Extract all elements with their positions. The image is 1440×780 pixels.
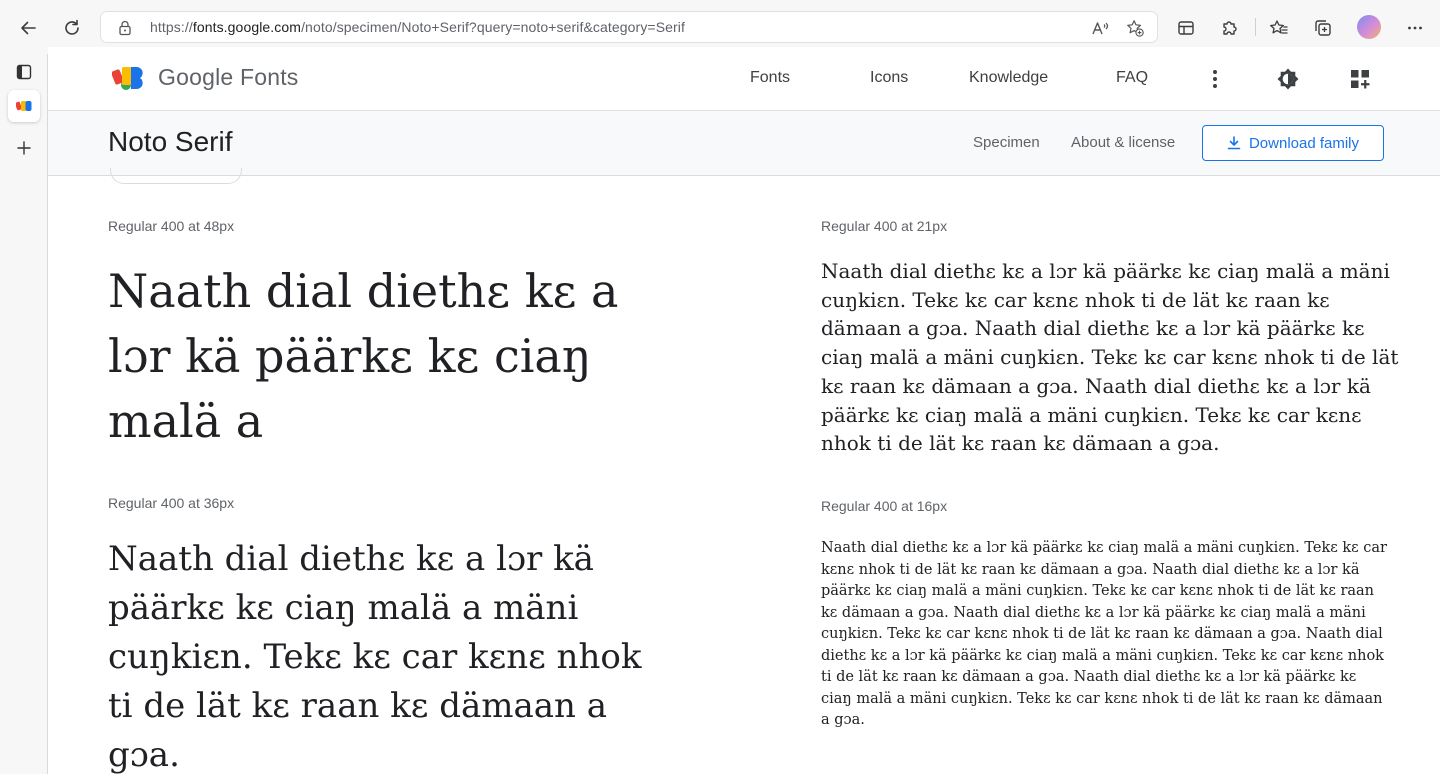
scrolled-control-edge: [110, 168, 242, 184]
specimen-text-48[interactable]: Naath dial diethɛ kɛ a lɔr kä päärkɛ kɛ …: [108, 259, 648, 454]
lock-icon: [117, 19, 133, 42]
tab-google-fonts[interactable]: [8, 90, 40, 122]
puzzle-icon: [1223, 21, 1237, 35]
family-title: Noto Serif: [108, 126, 233, 157]
google-fonts-favicon-icon: [16, 101, 32, 111]
favorites-button[interactable]: [1263, 12, 1295, 44]
tab-about-license[interactable]: About & license: [1071, 134, 1175, 151]
download-icon: [1227, 136, 1241, 150]
nav-icons[interactable]: Icons: [870, 69, 908, 87]
read-aloud-icon[interactable]: [1090, 18, 1110, 38]
app-icon: [1178, 21, 1194, 35]
tab-actions-button[interactable]: [12, 60, 36, 84]
more-horizontal-icon: [1408, 26, 1422, 30]
extensions-button[interactable]: [1214, 12, 1246, 44]
back-button[interactable]: [12, 12, 44, 44]
refresh-icon: [65, 19, 79, 35]
arrow-left-icon: [21, 21, 36, 35]
site-brand[interactable]: Google Fonts: [158, 64, 298, 91]
collections-icon: [1315, 20, 1331, 36]
apps-add-icon[interactable]: [1347, 66, 1373, 92]
tab-panel-icon: [16, 64, 32, 80]
brightness-icon[interactable]: [1275, 66, 1301, 92]
specimen-text-36[interactable]: Naath dial diethɛ kɛ a lɔr kä päärkɛ kɛ …: [108, 535, 668, 780]
new-tab-button[interactable]: [12, 136, 36, 160]
collections-button[interactable]: [1307, 12, 1339, 44]
tab-specimen[interactable]: Specimen: [973, 134, 1040, 151]
star-add-icon[interactable]: [1125, 18, 1145, 38]
nav-knowledge[interactable]: Knowledge: [969, 69, 1048, 87]
more-vertical-icon[interactable]: [1202, 66, 1228, 92]
specimen-text-16[interactable]: Naath dial diethɛ kɛ a lɔr kä päärkɛ kɛ …: [821, 538, 1391, 732]
google-fonts-logo[interactable]: [111, 65, 146, 96]
profile-avatar[interactable]: [1357, 15, 1381, 39]
download-family-label: Download family: [1248, 134, 1360, 152]
favorites-icon: [1270, 20, 1288, 34]
specimen-label-36: Regular 400 at 36px: [108, 495, 235, 511]
specimen-text-21[interactable]: Naath dial diethɛ kɛ a lɔr kä päärkɛ kɛ …: [821, 257, 1401, 458]
vertical-tab-strip: [0, 54, 48, 774]
more-button[interactable]: [1399, 12, 1431, 44]
family-bar: Noto Serif Specimen About & license Down…: [48, 111, 1440, 176]
site-header: Google Fonts Fonts Icons Knowledge FAQ: [48, 47, 1440, 111]
toolbar-separator: [1255, 18, 1256, 36]
refresh-button[interactable]: [56, 12, 88, 44]
specimen-label-48: Regular 400 at 48px: [108, 218, 235, 234]
nav-faq[interactable]: FAQ: [1116, 69, 1148, 87]
download-family-button[interactable]: Download family: [1202, 125, 1384, 161]
address-bar[interactable]: https://fonts.google.com/noto/specimen/N…: [100, 11, 1158, 43]
plus-icon: [17, 141, 31, 155]
app-button[interactable]: [1170, 12, 1202, 44]
browser-toolbar: https://fonts.google.com/noto/specimen/N…: [0, 0, 1440, 54]
specimen-label-21: Regular 400 at 21px: [821, 218, 948, 234]
nav-fonts[interactable]: Fonts: [750, 69, 790, 87]
specimen-label-16: Regular 400 at 16px: [821, 498, 948, 514]
url-text[interactable]: https://fonts.google.com/noto/specimen/N…: [150, 19, 685, 35]
